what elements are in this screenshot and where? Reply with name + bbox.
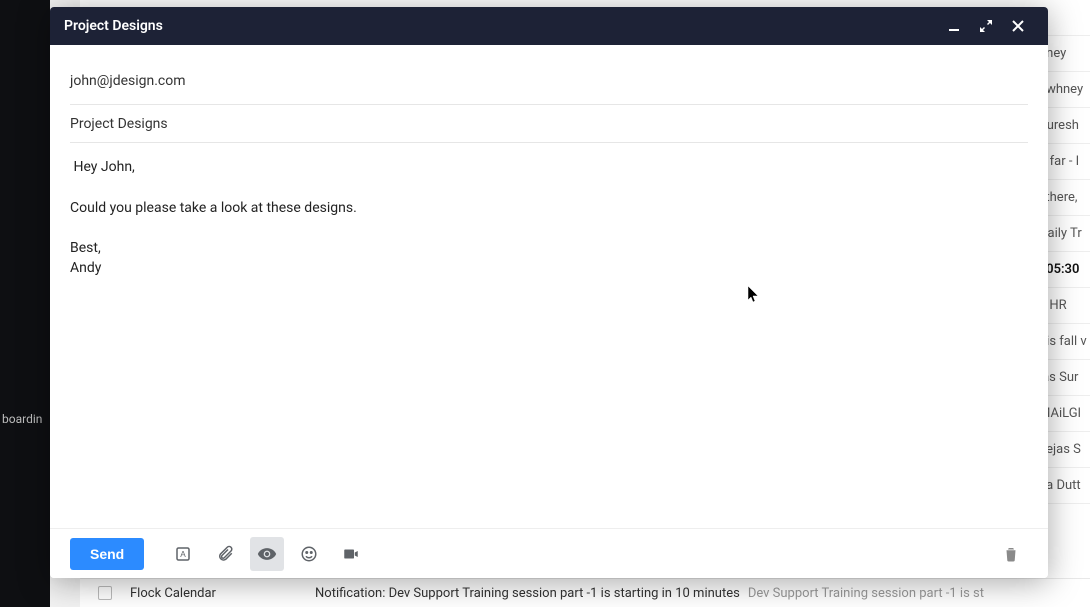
compose-title: Project Designs xyxy=(64,18,938,34)
compose-titlebar[interactable]: Project Designs xyxy=(50,7,1048,45)
compose-window: Project Designs john@jdesign.com Project… xyxy=(50,7,1048,578)
compose-body[interactable]: Hey John, Could you please take a look a… xyxy=(70,143,1028,279)
minimize-icon[interactable] xyxy=(938,10,970,42)
format-icon[interactable]: A xyxy=(166,537,200,571)
attach-icon[interactable] xyxy=(208,537,242,571)
row-checkbox[interactable] xyxy=(98,586,112,600)
to-value: john@jdesign.com xyxy=(70,73,186,89)
inbox-row[interactable]: Flock Calendar Notification: Dev Support… xyxy=(80,578,1090,607)
row-sender: Flock Calendar xyxy=(130,586,315,601)
close-icon[interactable] xyxy=(1002,10,1034,42)
subject-field[interactable]: Project Designs xyxy=(70,105,1028,143)
read-receipt-icon[interactable] xyxy=(250,537,284,571)
send-button[interactable]: Send xyxy=(70,538,144,570)
svg-text:A: A xyxy=(180,550,186,559)
subject-value: Project Designs xyxy=(70,116,168,132)
expand-icon[interactable] xyxy=(970,10,1002,42)
sidebar-peek-text: boardin xyxy=(2,412,42,426)
row-snippet: Dev Support Training session part -1 is … xyxy=(748,586,984,601)
video-icon[interactable] xyxy=(334,537,368,571)
discard-icon[interactable] xyxy=(994,537,1028,571)
app-sidebar xyxy=(0,0,50,607)
row-subject: Notification: Dev Support Training sessi… xyxy=(315,586,740,601)
emoji-icon[interactable] xyxy=(292,537,326,571)
to-field[interactable]: john@jdesign.com xyxy=(70,57,1028,105)
